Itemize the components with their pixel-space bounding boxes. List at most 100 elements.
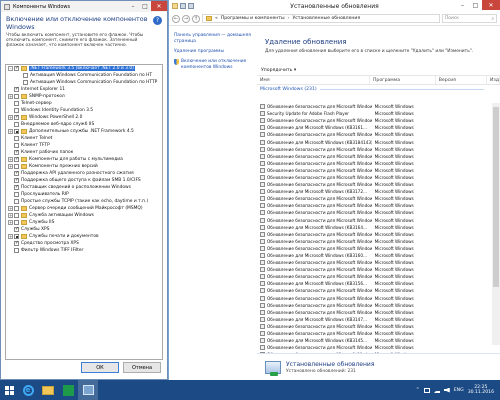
minimize-button[interactable]: – [127,1,139,11]
feature-checkbox[interactable] [14,240,19,246]
uninstall-program-link[interactable]: Удаление программы [174,49,253,55]
expand-icon[interactable]: + [8,234,13,239]
update-row[interactable]: Обновление безопасности для Microsoft Wi… [257,103,490,110]
feature-item[interactable]: + Службы IIS [6,219,162,226]
taskbar-file-explorer[interactable] [38,380,58,400]
action-center-icon[interactable] [423,387,430,393]
feature-item[interactable]: Простые службы TCPIP (такие как echo, da… [6,198,162,205]
control-panel-home-link[interactable]: Панель управления — домашняя страница [174,33,253,45]
feature-checkbox[interactable] [14,177,19,183]
expand-icon[interactable]: + [8,220,13,225]
volume-icon[interactable] [443,387,450,393]
up-icon[interactable]: ↑ [192,14,200,23]
feature-checkbox[interactable] [14,220,19,225]
update-row[interactable]: Обновление безопасности для Microsoft Wi… [257,153,490,160]
feature-item[interactable]: Поддержка API удаленного разностного сжа… [6,170,162,177]
expand-icon[interactable]: + [8,213,13,218]
feature-checkbox[interactable] [23,73,28,78]
update-row[interactable]: Обновление для Microsoft Windows (KB3161… [257,124,490,131]
update-row[interactable]: Обновление безопасности для Microsoft Wi… [257,131,490,138]
feature-checkbox[interactable] [14,248,19,253]
update-row[interactable]: Обновление безопасности для Microsoft Wi… [257,209,490,216]
feature-item[interactable]: Внедряемое веб-ядро служб IIS [6,121,162,128]
update-row[interactable]: Обновление безопасности для Microsoft Wi… [257,295,490,302]
expand-icon[interactable]: + [8,94,13,99]
feature-item[interactable]: Клиент рабочих папок [6,149,162,156]
feature-item[interactable]: + Служба активации Windows [6,212,162,219]
feature-item[interactable]: + Компоненты прежних версий [6,163,162,170]
search-input[interactable]: Поиск ⌕ [442,14,497,23]
feature-checkbox[interactable] [23,80,28,85]
update-row[interactable]: Обновление безопасности для Microsoft Wi… [257,195,490,202]
expand-icon[interactable]: + [8,115,13,120]
column-header-program[interactable]: Программа [370,76,436,84]
update-row[interactable]: Обновление безопасности для Microsoft Wi… [257,167,490,174]
expand-icon[interactable]: + [8,129,13,134]
update-row[interactable]: Обновление безопасности для Microsoft Wi… [257,344,490,351]
taskbar-internet-explorer[interactable]: e [18,380,38,400]
feature-item[interactable]: Windows Identity Foundation 3.5 [6,107,162,114]
column-header-version[interactable]: Версия [436,76,487,84]
update-row[interactable]: Обновление безопасности для Microsoft Wi… [257,231,490,238]
feature-checkbox[interactable] [14,184,19,190]
update-row[interactable]: Обновление безопасности для Microsoft Wi… [257,202,490,209]
group-header[interactable]: Microsoft Windows (231) [257,85,500,93]
update-row[interactable]: Обновление безопасности для Microsoft Wi… [257,181,490,188]
column-header-publisher[interactable]: Изд [487,76,500,84]
update-row[interactable]: Обновление безопасности для Microsoft Wi… [257,160,490,167]
windows-features-link[interactable]: Включение или отключение компонентов Win… [181,59,253,71]
feature-item[interactable]: + Компоненты для работы с мультимедиа [6,156,162,163]
feature-item[interactable]: Активация Windows Communication Foundati… [6,79,162,86]
feature-checkbox[interactable] [14,164,19,169]
update-row[interactable]: Обновление безопасности для Microsoft Wi… [257,302,490,309]
scrollbar-thumb[interactable] [493,107,499,287]
feature-checkbox[interactable] [14,199,19,204]
clock[interactable]: 22:25 30.11.2016 [468,385,494,396]
breadcrumb-programs[interactable]: Программы и компоненты [221,16,285,21]
breadcrumb-installed-updates[interactable]: Установленные обновления [292,16,360,21]
update-row[interactable]: Обновление для Microsoft Windows (KB3164… [257,224,490,231]
cancel-button[interactable]: Отмена [123,362,161,373]
feature-checkbox[interactable] [14,114,19,120]
update-row[interactable]: Обновление безопасности для Microsoft Wi… [257,245,490,252]
close-button[interactable]: ✕ [482,0,500,10]
chevron-up-icon[interactable]: ⌃ [416,387,420,393]
feature-item[interactable]: Активация Windows Communication Foundati… [6,72,162,79]
feature-item[interactable]: Telnet-сервер [6,100,162,107]
start-button[interactable] [0,380,18,400]
update-row[interactable]: Обновление для Microsoft Windows (KB3147… [257,316,490,323]
feature-checkbox[interactable] [14,122,19,127]
update-row[interactable]: Обновление безопасности для Microsoft Wi… [257,266,490,273]
ok-button[interactable]: ОК [81,362,119,373]
update-row[interactable]: Обновление безопасности для Microsoft Wi… [257,323,490,330]
update-row[interactable]: Обновление безопасности для Microsoft Wi… [257,330,490,337]
feature-item[interactable]: Фильтр Windows TIFF IFilter [6,247,162,254]
minimize-button[interactable]: – [456,0,469,10]
close-button[interactable]: ✕ [151,1,167,11]
update-row[interactable]: Обновление безопасности для Microsoft Wi… [257,174,490,181]
update-row[interactable]: Обновление безопасности для Microsoft Wi… [257,217,490,224]
maximize-button[interactable]: □ [469,0,482,10]
feature-item[interactable]: Средство просмотра XPS [6,240,162,247]
feature-item[interactable]: Internet Explorer 11 [6,86,162,93]
feature-item[interactable]: – .NET Framework 3.5 (включает .NET 2.0 и… [6,65,162,72]
update-row[interactable]: Обновление для Microsoft Windows (KB3156… [257,280,490,287]
update-row[interactable]: Обновление для Microsoft Windows (KB3172… [257,188,490,195]
feature-checkbox[interactable] [14,143,19,148]
feature-checkbox[interactable] [14,94,19,99]
search-icon[interactable]: ⌕ [492,16,494,22]
expand-icon[interactable]: + [8,206,13,211]
update-row[interactable]: Обновление для Microsoft Windows (KB3184… [257,138,490,145]
expand-icon[interactable]: + [8,164,13,169]
feature-checkbox[interactable] [14,206,19,211]
expand-icon[interactable]: + [8,157,13,162]
feature-item[interactable]: Клиент TFTP [6,142,162,149]
update-row[interactable]: Обновление безопасности для Microsoft Wi… [257,309,490,316]
feature-item[interactable]: + Дополнительные службы .NET Framework 4.… [6,128,162,135]
breadcrumb-root[interactable]: « [215,16,218,21]
feature-checkbox[interactable] [14,192,19,197]
feature-checkbox[interactable] [14,108,19,113]
update-row[interactable]: Обновление безопасности для Microsoft Wi… [257,259,490,266]
update-row[interactable]: Обновление безопасности для Microsoft Wi… [257,287,490,294]
feature-item[interactable]: Клиент Telnet [6,135,162,142]
